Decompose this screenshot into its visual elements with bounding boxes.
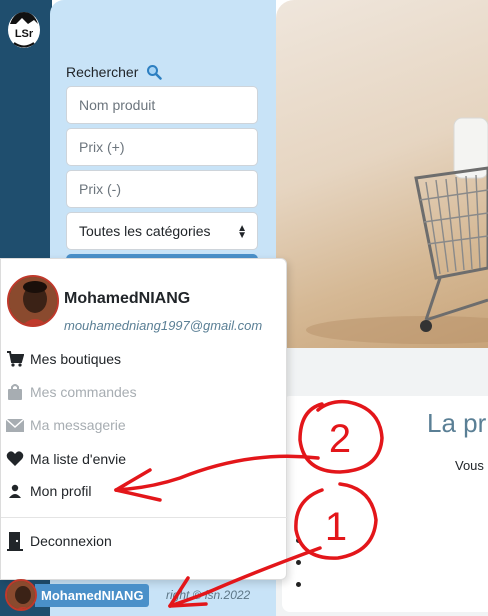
price-max-input[interactable]: Prix (+) [66, 128, 258, 166]
menu-item-messages[interactable]: Ma messagerie [5, 414, 126, 436]
menu-item-label: Ma messagerie [30, 417, 126, 433]
price-min-input[interactable]: Prix (-) [66, 170, 258, 208]
hero-image [276, 0, 488, 348]
shopping-cart-photo [306, 117, 488, 344]
menu-item-logout[interactable]: Deconnexion [5, 530, 112, 552]
category-select-value: Toutes les catégories [79, 223, 211, 239]
menu-email: mouhamedniang1997@gmail.com [64, 318, 263, 333]
person-icon [5, 481, 25, 501]
menu-item-wishlist[interactable]: Ma liste d'envie [5, 448, 126, 470]
page-subtitle: Vous [455, 458, 484, 473]
select-caret-icon: ▲ ▼ [237, 223, 247, 241]
menu-username: MohamedNIANG [64, 290, 191, 307]
door-exit-icon [5, 531, 25, 551]
copyright-text: right © lsn.2022 [166, 588, 251, 602]
menu-item-label: Mes boutiques [30, 351, 122, 367]
account-menu-label: MohamedNIANG [35, 583, 149, 607]
content-card: La pr Vous [282, 396, 488, 612]
list-item [296, 538, 301, 543]
menu-divider [1, 517, 288, 518]
avatar [7, 275, 59, 327]
account-menu-button[interactable]: MohamedNIANG [5, 579, 149, 611]
user-dropdown-menu: MohamedNIANG mouhamedniang1997@gmail.com… [0, 258, 288, 580]
brand-logo[interactable]: LSr [6, 10, 42, 50]
search-label-text: Rechercher [66, 64, 139, 81]
product-name-input[interactable]: Nom produit [66, 86, 258, 124]
list-item [296, 560, 301, 565]
bullet-list [296, 538, 301, 604]
menu-item-label: Ma liste d'envie [30, 451, 127, 467]
menu-item-label: Mon profil [30, 483, 92, 499]
envelope-icon [5, 415, 25, 435]
menu-item-my-shops[interactable]: Mes boutiques [5, 348, 121, 370]
menu-item-my-orders[interactable]: Mes commandes [5, 381, 137, 403]
search-label: Rechercher [66, 64, 163, 83]
category-select[interactable]: Toutes les catégories ▲ ▼ [66, 212, 258, 250]
search-icon [146, 64, 163, 83]
cart-icon [5, 349, 25, 369]
logo-text: LSr [15, 28, 34, 40]
shopping-bag-icon [5, 382, 25, 402]
avatar [5, 579, 37, 611]
menu-item-label: Deconnexion [30, 533, 112, 549]
list-item [296, 582, 301, 587]
menu-item-profile[interactable]: Mon profil [5, 480, 91, 502]
heart-icon [5, 449, 25, 469]
page-title: La pr [427, 408, 487, 438]
menu-item-label: Mes commandes [30, 384, 137, 400]
